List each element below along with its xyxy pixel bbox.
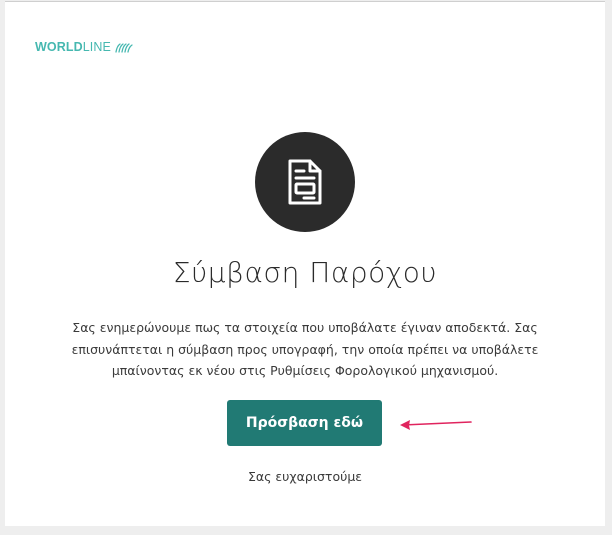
contract-icon-circle <box>255 132 355 232</box>
annotation-arrow-icon <box>400 420 472 430</box>
worldline-wave-icon <box>114 42 134 53</box>
worldline-logo: WORLDLINE <box>35 40 134 54</box>
page-title: Σύμβαση Παρόχου <box>172 256 438 289</box>
logo-text-bold: WORLD <box>35 40 83 54</box>
document-icon <box>288 159 322 205</box>
thanks-text: Σας ευχαριστούμε <box>247 469 363 484</box>
message-text: Σας ενημερώνουμε πως τα στοιχεία που υπο… <box>71 320 539 378</box>
access-here-button[interactable]: Πρόσβαση εδώ <box>227 400 382 446</box>
logo-wordmark: WORLDLINE <box>35 40 111 54</box>
logo-text-thin: LINE <box>82 40 111 54</box>
email-card: WORLDLINE Σύμβαση Παρόχου Σας ενημερώνου… <box>5 1 605 526</box>
